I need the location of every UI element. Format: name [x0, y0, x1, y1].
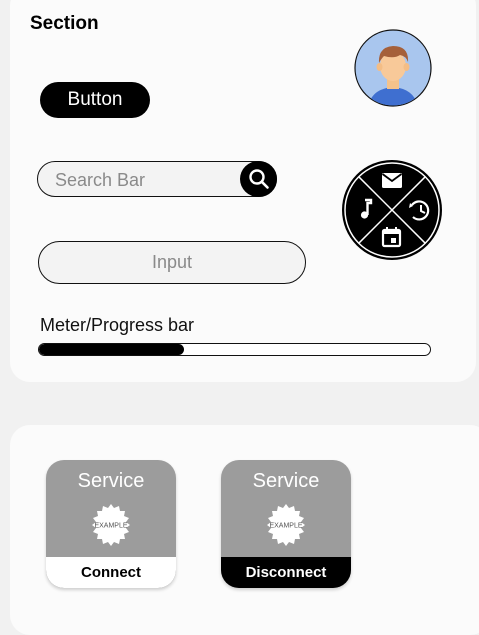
- service-title: Service: [77, 470, 145, 492]
- progress-meter-fill: [39, 344, 184, 355]
- input-field[interactable]: Input: [38, 241, 306, 284]
- meter-label: Meter/Progress bar: [40, 315, 195, 335]
- search-button[interactable]: [240, 160, 277, 197]
- radial-menu: [342, 160, 442, 260]
- service-card: Service EXAMPLE Disconnect: [221, 460, 351, 588]
- connect-button[interactable]: Connect: [46, 557, 176, 588]
- mail-icon[interactable]: [381, 173, 403, 188]
- example-badge-icon: EXAMPLE: [92, 504, 130, 546]
- service-title: Service: [252, 470, 320, 492]
- input-label: Input: [151, 252, 193, 272]
- service-card: Service EXAMPLE Connect: [46, 460, 176, 588]
- search-icon: [248, 168, 269, 189]
- primary-button[interactable]: Button: [40, 82, 150, 118]
- badge-text: EXAMPLE: [269, 523, 302, 530]
- section-title: Section: [30, 13, 99, 34]
- badge-text: EXAMPLE: [94, 523, 127, 530]
- progress-meter: [38, 343, 431, 356]
- search-bar: [37, 160, 277, 197]
- avatar[interactable]: [354, 29, 432, 107]
- search-input[interactable]: [53, 168, 237, 192]
- disconnect-button[interactable]: Disconnect: [221, 557, 351, 588]
- example-badge-icon: EXAMPLE: [267, 504, 305, 546]
